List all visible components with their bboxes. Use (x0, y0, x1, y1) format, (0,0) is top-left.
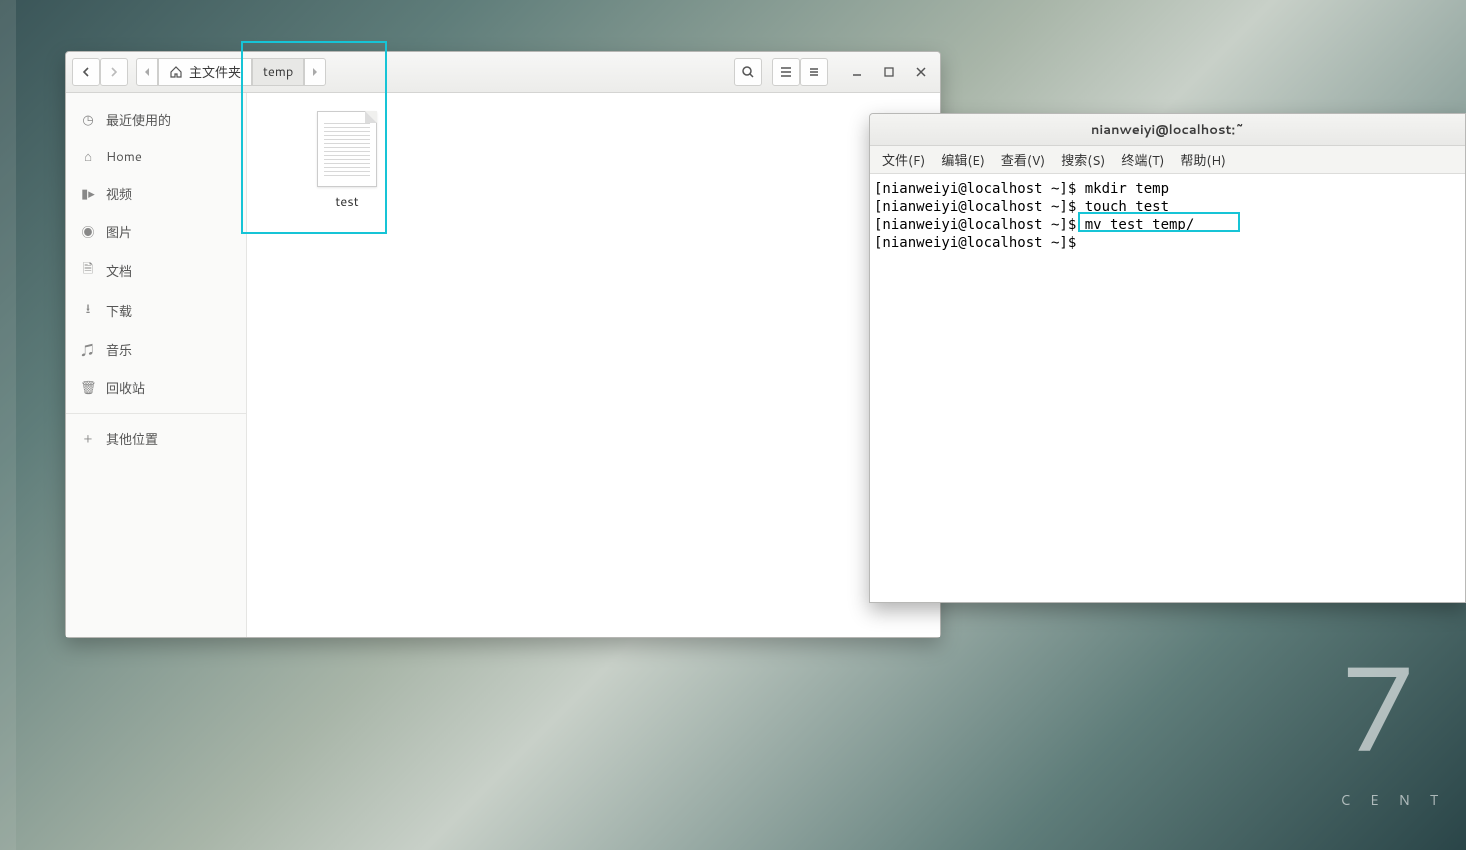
hamburger-icon (807, 65, 821, 79)
close-icon (916, 67, 926, 77)
sidebar-item-videos[interactable]: ▮▸ 视频 (66, 175, 246, 213)
menu-help[interactable]: 帮助(H) (1174, 147, 1232, 173)
terminal-menubar: 文件(F) 编辑(E) 查看(V) 搜索(S) 终端(T) 帮助(H) (870, 146, 1465, 174)
sidebar-item-label: 其他位置 (106, 429, 158, 449)
file-label: test (335, 193, 358, 211)
sidebar-item-trash[interactable]: 🗑 回收站 (66, 369, 246, 407)
video-icon: ▮▸ (80, 185, 96, 203)
term-line: [nianweiyi@localhost ~]$ touch test (874, 199, 1169, 215)
camera-icon: ◉ (80, 222, 96, 242)
sidebar-item-label: Home (106, 148, 142, 166)
list-icon (779, 65, 793, 79)
menu-edit[interactable]: 编辑(E) (935, 147, 991, 173)
watermark-big: 7 (1340, 620, 1418, 790)
menu-terminal[interactable]: 终端(T) (1115, 147, 1170, 173)
window-maximize-button[interactable] (876, 59, 902, 85)
window-minimize-button[interactable] (844, 59, 870, 85)
menu-view[interactable]: 查看(V) (995, 147, 1051, 173)
home-icon: ⌂ (80, 148, 96, 166)
sidebar-item-label: 图片 (106, 222, 132, 242)
path-current[interactable]: temp (252, 58, 304, 86)
maximize-icon (884, 67, 894, 77)
chevron-left-icon (81, 67, 91, 77)
search-icon (741, 65, 755, 79)
terminal-titlebar[interactable]: nianweiyi@localhost:~ (870, 114, 1465, 146)
path-home[interactable]: 主文件夹 (158, 58, 252, 86)
nav-forward-button[interactable] (100, 58, 128, 86)
os-watermark: 7 C E N T (1340, 620, 1446, 810)
chevron-right-icon (109, 67, 119, 77)
home-icon (169, 65, 183, 79)
terminal-title: nianweiyi@localhost:~ (1091, 121, 1244, 139)
nav-back-button[interactable] (72, 58, 100, 86)
sidebar-item-label: 下载 (106, 301, 132, 321)
sidebar-item-other[interactable]: + 其他位置 (66, 420, 246, 458)
file-item[interactable]: test (287, 111, 407, 211)
term-line: [nianweiyi@localhost ~]$ mv test temp/ (874, 217, 1194, 233)
sidebar-item-label: 最近使用的 (106, 110, 171, 130)
watermark-small: C E N T (1340, 790, 1446, 810)
trash-icon: 🗑 (80, 379, 96, 397)
terminal-body[interactable]: [nianweiyi@localhost ~]$ mkdir temp [nia… (870, 174, 1465, 602)
path-current-label: temp (263, 63, 293, 81)
sidebar-item-label: 回收站 (106, 378, 145, 398)
sidebar-item-music[interactable]: ♫ 音乐 (66, 331, 246, 369)
nautilus-window: 主文件夹 temp (65, 51, 941, 638)
sidebar-item-label: 视频 (106, 184, 132, 204)
path-prev-button[interactable] (136, 58, 158, 86)
sidebar-item-label: 文档 (106, 261, 132, 281)
text-file-icon (317, 111, 377, 187)
sidebar-separator (66, 413, 246, 414)
nautilus-sidebar: ◷ 最近使用的 ⌂ Home ▮▸ 视频 ◉ 图片 🗎 文档 ⭳ 下载 (66, 93, 247, 637)
nautilus-content[interactable]: test (247, 93, 940, 637)
path-next-button[interactable] (304, 58, 326, 86)
nautilus-titlebar: 主文件夹 temp (66, 52, 940, 93)
sidebar-item-recent[interactable]: ◷ 最近使用的 (66, 101, 246, 139)
search-button[interactable] (734, 58, 762, 86)
document-icon: 🗎 (80, 260, 96, 282)
term-line: [nianweiyi@localhost ~]$ mkdir temp (874, 181, 1169, 197)
download-icon: ⭳ (80, 300, 96, 322)
view-list-button[interactable] (772, 58, 800, 86)
sidebar-item-label: 音乐 (106, 340, 132, 360)
menu-file[interactable]: 文件(F) (876, 147, 931, 173)
dock-edge (0, 0, 16, 850)
path-home-label: 主文件夹 (189, 62, 241, 82)
clock-icon: ◷ (80, 111, 96, 129)
triangle-right-icon (311, 68, 319, 76)
menu-search[interactable]: 搜索(S) (1055, 147, 1111, 173)
view-menu-button[interactable] (800, 58, 828, 86)
music-icon: ♫ (80, 340, 96, 360)
sidebar-item-documents[interactable]: 🗎 文档 (66, 251, 246, 291)
terminal-window: nianweiyi@localhost:~ 文件(F) 编辑(E) 查看(V) … (869, 113, 1466, 603)
sidebar-item-home[interactable]: ⌂ Home (66, 139, 246, 175)
sidebar-item-downloads[interactable]: ⭳ 下载 (66, 291, 246, 331)
minimize-icon (852, 67, 862, 77)
plus-icon: + (80, 430, 96, 448)
sidebar-item-pictures[interactable]: ◉ 图片 (66, 213, 246, 251)
path-bar: 主文件夹 temp (136, 58, 326, 86)
window-close-button[interactable] (908, 59, 934, 85)
triangle-left-icon (143, 68, 151, 76)
term-line: [nianweiyi@localhost ~]$ (874, 235, 1085, 251)
